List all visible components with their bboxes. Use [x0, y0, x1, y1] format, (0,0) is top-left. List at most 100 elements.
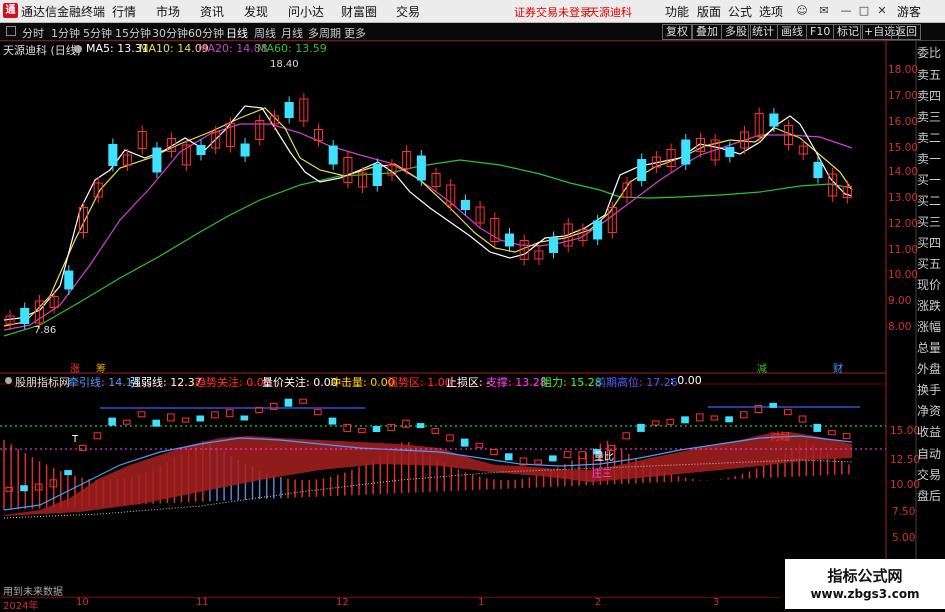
- sub-candle: [504, 453, 513, 461]
- side-zhangdie[interactable]: 涨跌: [917, 297, 945, 314]
- price-tick-14: 14.00: [888, 166, 919, 178]
- minimize-icon[interactable]: —: [840, 5, 852, 17]
- menu-xuanxiang[interactable]: 选项: [759, 3, 783, 20]
- side-buy4[interactable]: 买四: [917, 234, 945, 251]
- side-zongliang[interactable]: 总量: [917, 339, 945, 356]
- menu-caifuquan[interactable]: 财富圈: [341, 3, 377, 20]
- login-warning[interactable]: 证券交易未登录: [514, 4, 591, 20]
- side-shouyi[interactable]: 收益: [917, 423, 945, 440]
- menu-gongneng[interactable]: 功能: [665, 3, 689, 20]
- side-maiyi[interactable]: 卖一: [917, 150, 945, 167]
- sub-candle: [710, 415, 719, 421]
- side-buy2[interactable]: 买二: [917, 192, 945, 209]
- period-more[interactable]: 更多: [344, 25, 366, 41]
- menu-zixun[interactable]: 资讯: [200, 3, 224, 20]
- user-icon[interactable]: ☺: [796, 5, 808, 17]
- close-icon[interactable]: ✕: [876, 5, 888, 17]
- event-zhang[interactable]: 涨: [70, 360, 80, 375]
- side-weibi[interactable]: 委比: [917, 44, 945, 61]
- signal-liangbi: 量比: [594, 452, 614, 463]
- menu-wenxiaoda[interactable]: 问小达: [288, 3, 324, 20]
- sub-candle: [181, 417, 190, 423]
- side-huanshou[interactable]: 换手: [917, 381, 945, 398]
- settings-dot-icon[interactable]: [74, 45, 82, 53]
- period-1min[interactable]: 1分钟: [51, 25, 80, 41]
- price-tick-8: 8.00: [888, 321, 912, 333]
- ma5-line: [3, 105, 853, 321]
- menu-jiaoyi[interactable]: 交易: [396, 3, 420, 20]
- menu-banmian[interactable]: 版面: [697, 3, 721, 20]
- sub-candle: [695, 413, 704, 422]
- tool-fuquan[interactable]: 复权: [662, 24, 692, 40]
- price-tick-11: 11.00: [888, 244, 919, 256]
- side-jingzi[interactable]: 净资: [917, 402, 945, 419]
- tool-tongji[interactable]: 统计: [748, 24, 778, 40]
- period-multi[interactable]: 多周期: [308, 25, 341, 41]
- menu-gongshi[interactable]: 公式: [728, 3, 752, 20]
- price-tick-15: 15.00: [888, 142, 919, 154]
- sub-tick-7-5: 7.50: [892, 506, 916, 518]
- mail-icon[interactable]: ✉: [818, 5, 830, 17]
- period-15min[interactable]: 15分钟: [115, 25, 151, 41]
- guest-label[interactable]: 游客: [897, 3, 921, 20]
- side-xianjia[interactable]: 现价: [917, 276, 945, 293]
- tool-biaoji[interactable]: 标记: [833, 24, 863, 40]
- tool-duogu[interactable]: 多股: [721, 24, 751, 40]
- event-cai[interactable]: 财: [833, 360, 843, 375]
- title-bar: 通 通达信金融终端 行情 市场 资讯 发现 问小达 财富圈 交易 证券交易未登录…: [0, 0, 945, 23]
- period-fenshi[interactable]: 分时: [22, 25, 44, 41]
- tool-diejia[interactable]: 叠加: [692, 24, 722, 40]
- app-logo: 通: [3, 3, 18, 18]
- sub-indicator-name: 股朋指标网: [15, 376, 70, 389]
- sub-legend-item: : 0.00: [670, 374, 702, 387]
- menu-faxian[interactable]: 发现: [244, 3, 268, 20]
- tool-f10[interactable]: F10: [806, 24, 835, 40]
- side-buy1[interactable]: 买一: [917, 171, 945, 188]
- menu-shichang[interactable]: 市场: [156, 3, 180, 20]
- price-tick-12: 12.00: [888, 218, 919, 230]
- low-price-label: 7.86: [34, 325, 57, 336]
- sub-candle: [78, 444, 87, 451]
- period-monthly[interactable]: 月线: [281, 25, 303, 41]
- side-maisi[interactable]: 卖四: [917, 87, 945, 104]
- signal-duiqi: 对起: [770, 432, 790, 443]
- sub-legend-item: 牵引线: 14.14: [68, 376, 140, 389]
- side-buy5[interactable]: 买五: [917, 255, 945, 272]
- sub-candle: [769, 402, 777, 408]
- tool-huaxian[interactable]: 画线: [777, 24, 807, 40]
- watermark-title: 指标公式网: [827, 567, 903, 585]
- side-buy3[interactable]: 买三: [917, 213, 945, 230]
- sub-candle: [108, 417, 116, 426]
- side-waipan[interactable]: 外盘: [917, 360, 945, 377]
- sub-candle: [343, 423, 351, 432]
- sub-candle: [34, 483, 43, 491]
- side-panhou[interactable]: 盘后: [917, 487, 945, 504]
- period-daily[interactable]: 日线: [226, 25, 248, 41]
- sub-candle: [152, 419, 161, 427]
- event-chou[interactable]: 筹: [96, 360, 106, 375]
- period-60min[interactable]: 60分钟: [188, 25, 224, 41]
- period-weekly[interactable]: 周线: [254, 25, 276, 41]
- side-zidong[interactable]: 自动: [917, 445, 945, 462]
- menu-hangqing[interactable]: 行情: [112, 3, 136, 20]
- sub-candle: [681, 416, 689, 424]
- price-tick-17: 17.00: [888, 90, 919, 102]
- period-30min[interactable]: 30分钟: [152, 25, 188, 41]
- event-jian[interactable]: 减: [757, 360, 767, 375]
- side-maisan[interactable]: 卖三: [917, 108, 945, 125]
- period-5min[interactable]: 5分钟: [83, 25, 112, 41]
- sub-candle: [460, 438, 469, 447]
- sub-candle: [240, 415, 249, 421]
- layout-icon[interactable]: [6, 26, 16, 36]
- side-maiwu[interactable]: 卖五: [917, 66, 945, 83]
- sub-candle: [666, 418, 675, 425]
- side-jiaoyi[interactable]: 交易: [917, 466, 945, 483]
- side-zhangfu[interactable]: 涨幅: [917, 318, 945, 335]
- tool-fanhui[interactable]: 返回: [891, 24, 921, 40]
- candlesticks[interactable]: [5, 93, 852, 330]
- signal-zhuangsan: 庄三: [592, 469, 612, 480]
- chart-canvas[interactable]: [0, 40, 945, 609]
- restore-icon[interactable]: □: [858, 5, 870, 17]
- side-maier[interactable]: 卖二: [917, 129, 945, 146]
- sub-settings-dot-icon[interactable]: [5, 377, 12, 384]
